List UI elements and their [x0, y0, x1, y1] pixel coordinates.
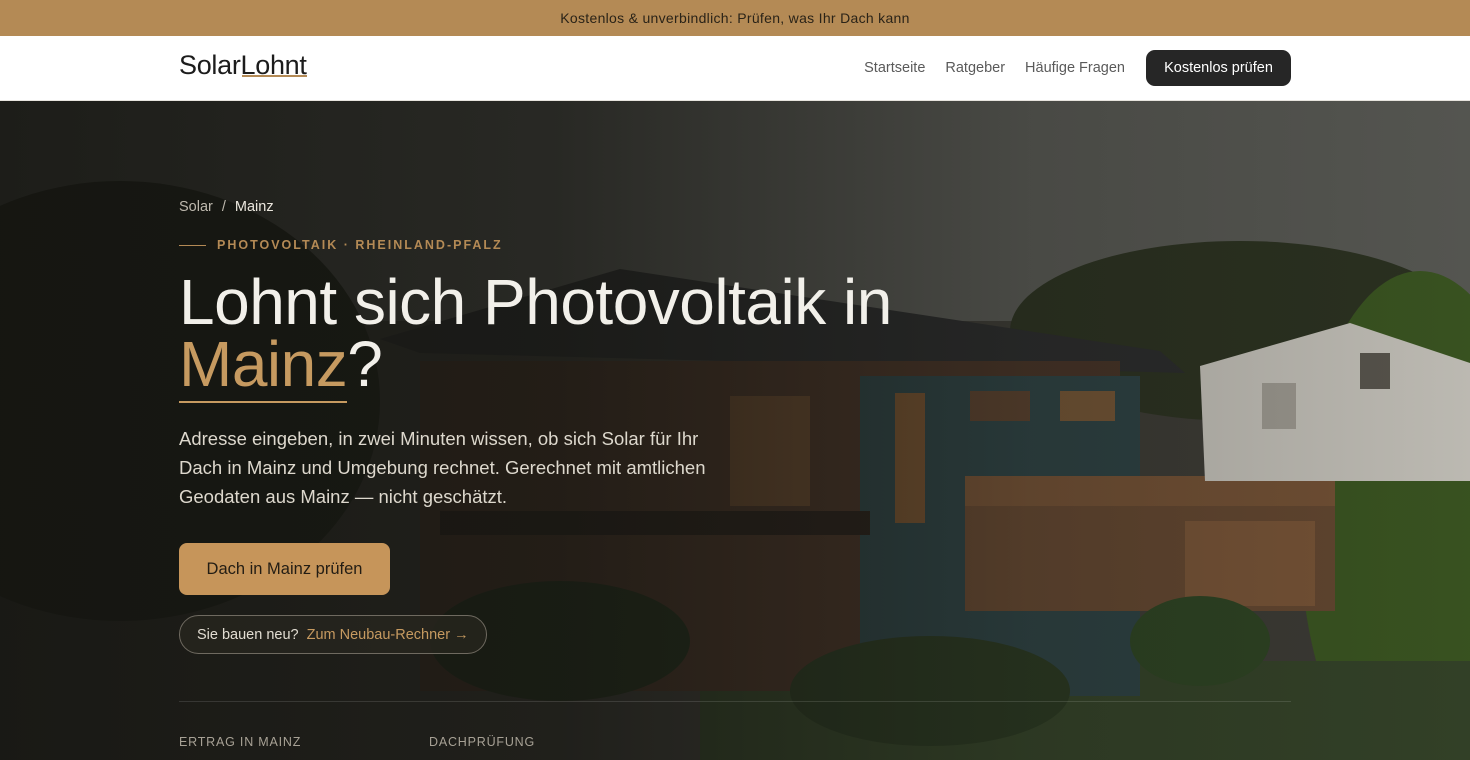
nav-link-ratgeber[interactable]: Ratgeber — [945, 60, 1005, 76]
breadcrumb-separator: / — [221, 199, 226, 215]
logo[interactable]: SolarLohnt — [179, 50, 307, 81]
headline-city: Mainz — [179, 328, 348, 400]
nav-link-faq[interactable]: Häufige Fragen — [1025, 60, 1125, 76]
site-header: SolarLohnt Startseite Ratgeber Häufige F… — [0, 36, 1470, 101]
neubau-question: Sie bauen neu? — [197, 626, 299, 643]
hero-divider — [179, 701, 1291, 702]
stat-label-dachpruefung: DACHPRÜFUNG — [429, 735, 536, 749]
check-roof-button[interactable]: Dach in Mainz prüfen — [179, 543, 390, 595]
eyebrow-text: PHOTOVOLTAIK · RHEINLAND-PFALZ — [217, 238, 503, 252]
stat-label-ertrag: ERTRAG IN MAINZ — [179, 735, 302, 749]
logo-text-lohnt: Lohnt — [240, 50, 307, 80]
breadcrumb: Solar / Mainz — [179, 199, 274, 215]
announcement-text: Kostenlos & unverbindlich: Prüfen, was I… — [560, 10, 910, 26]
logo-text-solar: Solar — [179, 50, 241, 80]
hero-section: Solar / Mainz PHOTOVOLTAIK · RHEINLAND-P… — [0, 101, 1470, 760]
eyebrow: PHOTOVOLTAIK · RHEINLAND-PFALZ — [179, 238, 503, 252]
hero-lead: Adresse eingeben, in zwei Minuten wissen… — [179, 428, 706, 507]
breadcrumb-solar[interactable]: Solar — [179, 199, 213, 215]
nav-link-startseite[interactable]: Startseite — [864, 60, 925, 76]
main-nav: Startseite Ratgeber Häufige Fragen — [864, 36, 1125, 100]
eyebrow-line — [179, 244, 206, 246]
neubau-pill[interactable]: Sie bauen neu? Zum Neubau-Rechner → — [179, 615, 487, 654]
headline-suffix: ? — [347, 328, 383, 400]
breadcrumb-current: Mainz — [234, 199, 274, 215]
nav-cta-button[interactable]: Kostenlos prüfen — [1146, 50, 1291, 86]
page-title: Lohnt sich Photovoltaik in Mainz? — [179, 270, 939, 396]
neubau-link[interactable]: Zum Neubau-Rechner → — [307, 627, 469, 643]
announcement-bar: Kostenlos & unverbindlich: Prüfen, was I… — [0, 0, 1470, 36]
